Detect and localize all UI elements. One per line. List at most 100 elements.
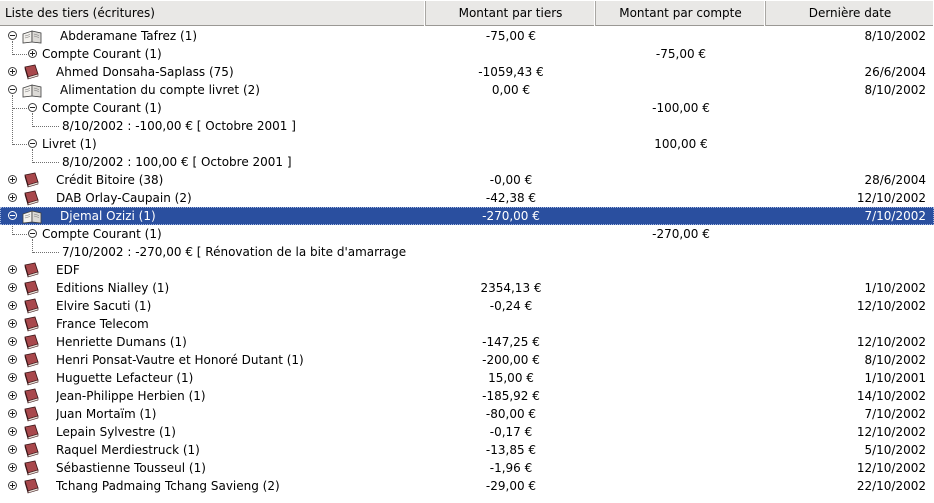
expand-expander-icon[interactable] bbox=[8, 481, 17, 490]
closed-book-icon bbox=[24, 190, 39, 206]
montant-tiers: -42,38 € bbox=[485, 191, 537, 205]
tiers-row[interactable]: France Telecom bbox=[0, 315, 934, 333]
derniere-date: 26/6/2004 bbox=[864, 65, 926, 79]
operation-row[interactable]: 7/10/2002 : -270,00 € [ Rénovation de la… bbox=[0, 243, 934, 261]
expand-expander-icon[interactable] bbox=[8, 463, 17, 472]
montant-tiers: -75,00 € bbox=[485, 29, 537, 43]
derniere-date: 5/10/2002 bbox=[864, 443, 926, 457]
tiers-row[interactable]: Huguette Lefacteur (1) 15,00 € 1/10/2001 bbox=[0, 369, 934, 387]
tiers-row[interactable]: EDF bbox=[0, 261, 934, 279]
column-header-derniere-date[interactable]: Dernière date bbox=[766, 1, 934, 26]
tiers-row-selected[interactable]: Djemal Ozizi (1) -270,00 € 7/10/2002 bbox=[0, 207, 934, 225]
open-book-icon bbox=[22, 210, 42, 224]
expand-expander-icon[interactable] bbox=[8, 355, 17, 364]
montant-tiers: -13,85 € bbox=[485, 443, 537, 457]
collapse-expander-icon[interactable] bbox=[8, 211, 17, 220]
compte-label: Livret (1) bbox=[42, 137, 97, 151]
closed-book-icon bbox=[24, 262, 39, 278]
tiers-label: Abderamane Tafrez (1) bbox=[60, 29, 198, 43]
expand-expander-icon[interactable] bbox=[8, 301, 17, 310]
tiers-row[interactable]: Lepain Sylvestre (1) -0,17 € 12/10/2002 bbox=[0, 423, 934, 441]
expand-expander-icon[interactable] bbox=[8, 283, 17, 292]
montant-compte: 100,00 € bbox=[654, 137, 708, 151]
expand-expander-icon[interactable] bbox=[8, 391, 17, 400]
tiers-row[interactable]: Tchang Padmaing Tchang Savieng (2) -29,0… bbox=[0, 477, 934, 495]
expand-expander-icon[interactable] bbox=[8, 337, 17, 346]
montant-tiers: -200,00 € bbox=[482, 353, 540, 367]
derniere-date: 7/10/2002 bbox=[864, 209, 926, 223]
montant-tiers: -1,96 € bbox=[489, 461, 533, 475]
compte-row[interactable]: Compte Courant (1) -75,00 € bbox=[0, 45, 934, 63]
expand-expander-icon[interactable] bbox=[28, 49, 37, 58]
column-header-name[interactable]: Liste des tiers (écritures) bbox=[0, 1, 426, 26]
derniere-date: 12/10/2002 bbox=[856, 191, 926, 205]
tiers-row[interactable]: Juan Mortaïm (1) -80,00 € 7/10/2002 bbox=[0, 405, 934, 423]
tiers-row[interactable]: Henriette Dumans (1) -147,25 € 12/10/200… bbox=[0, 333, 934, 351]
collapse-expander-icon[interactable] bbox=[28, 229, 37, 238]
tiers-label: Raquel Merdiestruck (1) bbox=[56, 443, 200, 457]
tiers-row[interactable]: Raquel Merdiestruck (1) -13,85 € 5/10/20… bbox=[0, 441, 934, 459]
open-book-icon bbox=[22, 84, 42, 98]
tiers-row[interactable]: Editions Nialley (1) 2354,13 € 1/10/2002 bbox=[0, 279, 934, 297]
closed-book-icon bbox=[24, 334, 39, 350]
tiers-label: Ahmed Donsaha-Saplass (75) bbox=[56, 65, 234, 79]
expand-expander-icon[interactable] bbox=[8, 427, 17, 436]
tiers-row[interactable]: Crédit Bitoire (38) -0,00 € 28/6/2004 bbox=[0, 171, 934, 189]
expand-expander-icon[interactable] bbox=[8, 409, 17, 418]
tiers-label: Alimentation du compte livret (2) bbox=[60, 83, 260, 97]
derniere-date: 22/10/2002 bbox=[856, 479, 926, 493]
tiers-label: Djemal Ozizi (1) bbox=[60, 209, 156, 223]
expand-expander-icon[interactable] bbox=[8, 67, 17, 76]
collapse-expander-icon[interactable] bbox=[28, 139, 37, 148]
tiers-label: Sébastienne Tousseul (1) bbox=[56, 461, 206, 475]
tiers-row[interactable]: Sébastienne Tousseul (1) -1,96 € 12/10/2… bbox=[0, 459, 934, 477]
tiers-tree-view[interactable]: Abderamane Tafrez (1) -75,00 € 8/10/2002… bbox=[0, 27, 934, 503]
collapse-expander-icon[interactable] bbox=[8, 85, 17, 94]
derniere-date: 12/10/2002 bbox=[856, 299, 926, 313]
operation-label: 7/10/2002 : -270,00 € [ Rénovation de la… bbox=[62, 245, 407, 259]
montant-tiers: -0,24 € bbox=[489, 299, 533, 313]
collapse-expander-icon[interactable] bbox=[8, 31, 17, 40]
expand-expander-icon[interactable] bbox=[8, 445, 17, 454]
tiers-label: Elvire Sacuti (1) bbox=[56, 299, 152, 313]
compte-row[interactable]: Compte Courant (1) -100,00 € bbox=[0, 99, 934, 117]
collapse-expander-icon[interactable] bbox=[28, 103, 37, 112]
expand-expander-icon[interactable] bbox=[8, 193, 17, 202]
tiers-label: EDF bbox=[56, 263, 80, 277]
tiers-row[interactable]: Elvire Sacuti (1) -0,24 € 12/10/2002 bbox=[0, 297, 934, 315]
tiers-row[interactable]: Henri Ponsat-Vautre et Honoré Dutant (1)… bbox=[0, 351, 934, 369]
expand-expander-icon[interactable] bbox=[8, 373, 17, 382]
operation-row[interactable]: 8/10/2002 : -100,00 € [ Octobre 2001 ] bbox=[0, 117, 934, 135]
closed-book-icon bbox=[24, 370, 39, 386]
expand-expander-icon[interactable] bbox=[8, 319, 17, 328]
tiers-row[interactable]: Abderamane Tafrez (1) -75,00 € 8/10/2002 bbox=[0, 27, 934, 45]
column-header-montant-compte[interactable]: Montant par compte bbox=[596, 1, 766, 26]
tiers-row[interactable]: Jean-Philippe Herbien (1) -185,92 € 14/1… bbox=[0, 387, 934, 405]
operation-row[interactable]: 8/10/2002 : 100,00 € [ Octobre 2001 ] bbox=[0, 153, 934, 171]
tiers-label: DAB Orlay-Caupain (2) bbox=[56, 191, 192, 205]
closed-book-icon bbox=[24, 172, 39, 188]
tiers-row[interactable]: Alimentation du compte livret (2) 0,00 €… bbox=[0, 81, 934, 99]
montant-tiers: -147,25 € bbox=[482, 335, 540, 349]
tiers-row[interactable]: Ahmed Donsaha-Saplass (75) -1059,43 € 26… bbox=[0, 63, 934, 81]
montant-tiers: -1059,43 € bbox=[478, 65, 544, 79]
montant-tiers: 15,00 € bbox=[488, 371, 534, 385]
closed-book-icon bbox=[24, 316, 39, 332]
montant-tiers: -29,00 € bbox=[485, 479, 537, 493]
derniere-date: 8/10/2002 bbox=[864, 83, 926, 97]
closed-book-icon bbox=[24, 406, 39, 422]
closed-book-icon bbox=[24, 280, 39, 296]
derniere-date: 12/10/2002 bbox=[856, 335, 926, 349]
tiers-label: Juan Mortaïm (1) bbox=[56, 407, 157, 421]
expand-expander-icon[interactable] bbox=[8, 175, 17, 184]
compte-row[interactable]: Livret (1) 100,00 € bbox=[0, 135, 934, 153]
closed-book-icon bbox=[24, 442, 39, 458]
column-header-montant-tiers[interactable]: Montant par tiers bbox=[426, 1, 596, 26]
tiers-row[interactable]: DAB Orlay-Caupain (2) -42,38 € 12/10/200… bbox=[0, 189, 934, 207]
montant-compte: -75,00 € bbox=[655, 47, 707, 61]
derniere-date: 14/10/2002 bbox=[856, 389, 926, 403]
expand-expander-icon[interactable] bbox=[8, 265, 17, 274]
compte-row[interactable]: Compte Courant (1) -270,00 € bbox=[0, 225, 934, 243]
montant-tiers: -270,00 € bbox=[482, 209, 540, 223]
closed-book-icon bbox=[24, 352, 39, 368]
